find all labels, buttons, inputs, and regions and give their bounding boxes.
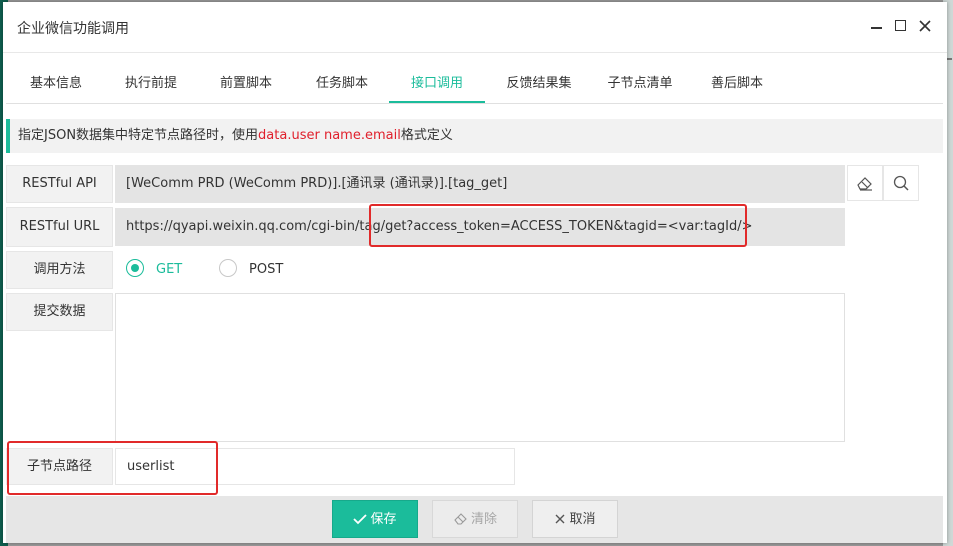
cancel-button-label: 取消 — [569, 512, 596, 527]
dialog-title: 企业微信功能调用 — [17, 21, 129, 37]
tab-bar: 基本信息 执行前提 前置脚本 任务脚本 接口调用 反馈结果集 子节点清单 善后脚… — [6, 66, 943, 104]
child-path-label: 子节点路径 — [6, 448, 113, 485]
hint-text-prefix: 指定JSON数据集中特定节点路径时，使用 — [18, 128, 259, 143]
tab-basic-info[interactable]: 基本信息 — [6, 66, 106, 102]
radio-get-indicator[interactable] — [126, 259, 144, 277]
restful-url-label: RESTful URL — [6, 207, 113, 247]
radio-post-indicator[interactable] — [219, 259, 237, 277]
search-icon[interactable] — [883, 165, 919, 201]
save-button-label: 保存 — [370, 512, 397, 527]
hint-text-suffix: 格式定义 — [400, 128, 453, 143]
tab-pre-script[interactable]: 前置脚本 — [199, 66, 293, 102]
restful-url-field[interactable]: https://qyapi.weixin.qq.com/cgi-bin/tag/… — [115, 208, 845, 246]
radio-post-label: POST — [249, 262, 284, 277]
payload-textarea[interactable] — [115, 293, 845, 442]
hint-notice: 指定JSON数据集中特定节点路径时，使用data.user name.email… — [6, 119, 943, 153]
save-button[interactable]: 保存 — [332, 500, 418, 538]
clear-button-label: 清除 — [470, 512, 497, 527]
tab-child-nodes[interactable]: 子节点清单 — [590, 66, 690, 102]
close-icon — [555, 514, 565, 524]
restful-api-field[interactable]: [WeComm PRD (WeComm PRD)].[通讯录 (通讯录)].[t… — [115, 165, 845, 203]
method-label: 调用方法 — [6, 251, 113, 289]
child-path-input[interactable]: userlist — [115, 448, 515, 485]
close-icon[interactable] — [915, 16, 935, 36]
tab-task-script[interactable]: 任务脚本 — [294, 66, 390, 102]
radio-get-label: GET — [156, 262, 183, 277]
dialog-window: 企业微信功能调用 基本信息 执行前提 前置脚本 任务脚本 接口调用 反馈结果集 … — [3, 2, 947, 543]
eraser-icon[interactable] — [847, 165, 883, 201]
minimize-icon[interactable] — [867, 16, 887, 36]
clear-button[interactable]: 清除 — [432, 500, 518, 538]
payload-label: 提交数据 — [6, 293, 113, 331]
title-bar: 企业微信功能调用 — [3, 2, 947, 53]
restful-api-label: RESTful API — [6, 165, 113, 203]
tab-cleanup-script[interactable]: 善后脚本 — [689, 66, 785, 102]
cancel-button[interactable]: 取消 — [532, 500, 618, 538]
tab-api-call[interactable]: 接口调用 — [389, 66, 485, 103]
check-icon — [353, 514, 368, 525]
dialog-footer: 保存 清除 取消 — [6, 496, 943, 543]
eraser-icon — [454, 513, 467, 525]
tab-feedback-resultset[interactable]: 反馈结果集 — [486, 66, 592, 102]
maximize-icon[interactable] — [891, 16, 911, 36]
hint-highlight: data.user name.email — [258, 128, 401, 143]
tab-preconditions[interactable]: 执行前提 — [102, 66, 200, 102]
